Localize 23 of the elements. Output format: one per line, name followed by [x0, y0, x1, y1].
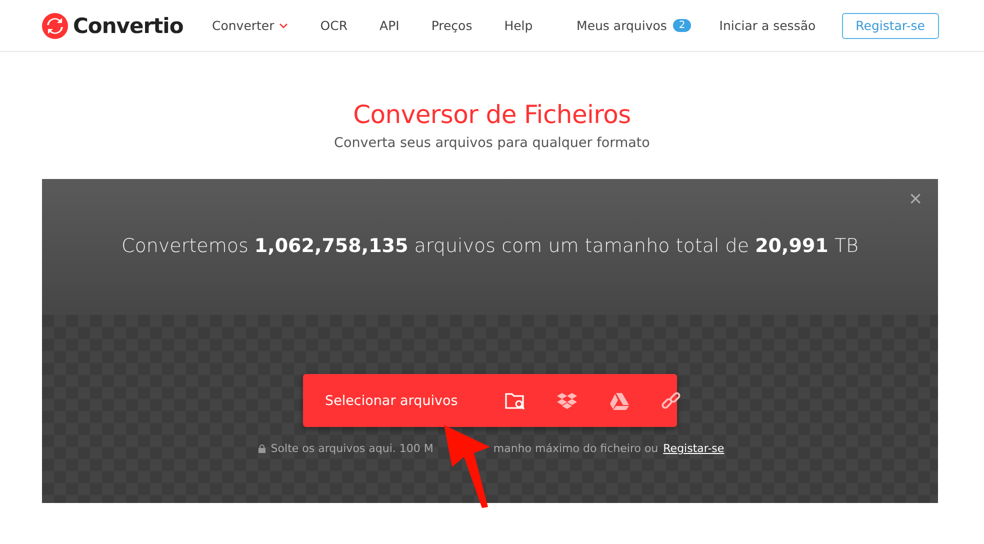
- nav-link[interactable]: Preços: [431, 18, 472, 33]
- nav-link[interactable]: API: [380, 18, 400, 33]
- file-count-badge: 2: [672, 19, 692, 32]
- nav-link[interactable]: OCR: [320, 18, 348, 33]
- logo-icon[interactable]: [42, 12, 68, 38]
- conversion-stats: Convertemos 1,062,758,135 arquivos com um tamanho total de 20,991 TB: [122, 235, 858, 257]
- drive-icon: [608, 390, 630, 410]
- link-icon: [660, 390, 682, 410]
- select-files-button[interactable]: Selecionar arquivos: [325, 392, 458, 408]
- page-title: Conversor de Ficheiros: [353, 100, 631, 129]
- logo-text[interactable]: Convertio: [73, 14, 184, 38]
- register-link[interactable]: Registar-se: [663, 442, 724, 455]
- drop-hint-text: Solte os arquivos aqui. 100 M: [270, 442, 434, 455]
- login-link[interactable]: Iniciar a sessão: [719, 18, 816, 33]
- my-files-link[interactable]: Meus arquivos 2: [576, 18, 692, 33]
- lock-icon: [258, 444, 266, 453]
- drop-hint-text: manho máximo do ficheiro ou: [493, 442, 658, 455]
- nav-link[interactable]: Converter: [212, 18, 288, 33]
- folder-search-icon: [504, 390, 526, 410]
- page-subtitle: Converta seus arquivos para qualquer formato: [334, 135, 650, 151]
- nav-link[interactable]: Help: [504, 18, 533, 33]
- chevron-down-icon: [279, 22, 288, 28]
- dropbox-icon: [556, 390, 578, 410]
